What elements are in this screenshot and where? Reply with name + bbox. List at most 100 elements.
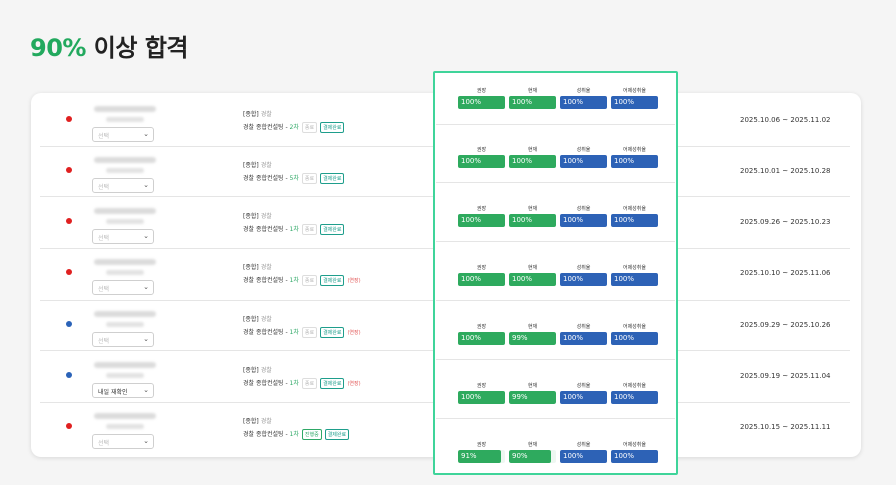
metric-label: 현재 xyxy=(527,265,538,271)
metric-value: 100% xyxy=(458,332,505,345)
status-badge: 종료 xyxy=(301,327,318,338)
blurred-phone xyxy=(106,117,144,122)
status-dot xyxy=(66,167,72,173)
metric-value-text: 90% xyxy=(512,452,528,460)
metric-value: 100% xyxy=(509,273,556,286)
course-name: 경찰 종합컨설팅 - xyxy=(243,431,290,438)
metric-value: 100% xyxy=(560,214,607,227)
date-range: 2025.09.26 ~ 2025.10.23 xyxy=(740,218,831,226)
status-badge: (연장) xyxy=(347,278,361,284)
metric-label: 성취율 xyxy=(576,442,591,448)
metric-m1: 권장 100% xyxy=(458,205,505,227)
metric-m1: 권장 91% xyxy=(458,441,505,463)
status-select[interactable]: 선택 ⌄ xyxy=(92,332,154,347)
blurred-name xyxy=(94,311,156,317)
metric-label: 어제성취율 xyxy=(622,88,646,94)
course-info: [종합] 경찰 경찰 종합컨설팅 - 2차 종료 결제완료 xyxy=(243,109,345,133)
chevron-down-icon: ⌄ xyxy=(143,283,149,291)
metric-label: 현재 xyxy=(527,147,538,153)
course-name: 경찰 종합컨설팅 - xyxy=(243,277,290,284)
status-badge: (연장) xyxy=(347,330,361,336)
metric-m2: 현재 100% xyxy=(509,264,556,286)
metric-value: 100% xyxy=(611,214,658,227)
metric-value: 99% xyxy=(509,391,556,404)
page-title: 90% 이상 합격 xyxy=(30,28,188,63)
highlight-row-divider xyxy=(436,241,675,242)
metric-m3: 성취율 100% xyxy=(560,382,607,404)
course-round: 1차 xyxy=(289,226,299,233)
metric-value-text: 91% xyxy=(461,452,477,460)
metric-label: 성취율 xyxy=(576,88,591,94)
metric-m2: 현재 99% xyxy=(509,323,556,345)
metric-label: 어제성취율 xyxy=(622,147,646,153)
course-category-sub: 경찰 xyxy=(260,367,272,374)
metric-value: 100% xyxy=(560,391,607,404)
blurred-phone xyxy=(106,373,144,378)
metric-label: 권장 xyxy=(476,147,487,153)
date-range: 2025.10.06 ~ 2025.11.02 xyxy=(740,116,831,124)
metric-value: 100% xyxy=(611,96,658,109)
metric-value: 100% xyxy=(611,450,658,463)
metric-label: 어제성취율 xyxy=(622,442,646,448)
course-round: 2차 xyxy=(289,124,299,131)
course-info: [종합] 경찰 경찰 종합컨설팅 - 1차 종료 결제완료 (연장) xyxy=(243,262,361,286)
status-select[interactable]: 선택 ⌄ xyxy=(92,280,154,295)
metrics-group: 권장 100% 현재 99% 성취율 100% 어제성취율 100% xyxy=(458,323,658,353)
metric-value: 99% xyxy=(509,332,556,345)
status-select[interactable]: 선택 ⌄ xyxy=(92,178,154,193)
metric-label: 현재 xyxy=(527,442,538,448)
metric-label: 현재 xyxy=(527,324,538,330)
metric-m2: 현재 100% xyxy=(509,87,556,109)
blurred-name xyxy=(94,208,156,214)
date-range: 2025.10.15 ~ 2025.11.11 xyxy=(740,423,831,431)
metric-value: 100% xyxy=(509,214,556,227)
metric-value: 100% xyxy=(560,155,607,168)
status-select[interactable]: 선택 ⌄ xyxy=(92,434,154,449)
course-category: [종합] xyxy=(243,316,259,323)
metric-m4: 어제성취율 100% xyxy=(611,441,658,463)
highlight-row-divider xyxy=(436,418,675,419)
metric-value: 100% xyxy=(560,450,607,463)
metric-label: 성취율 xyxy=(576,324,591,330)
status-badge: 종료 xyxy=(301,224,318,235)
status-badge: 결제완료 xyxy=(320,275,345,286)
metric-value: 100% xyxy=(611,391,658,404)
status-select-value: 선택 xyxy=(98,184,110,191)
metric-value: 100% xyxy=(458,273,505,286)
status-dot xyxy=(66,218,72,224)
course-round: 1차 xyxy=(289,277,299,284)
course-category-sub: 경찰 xyxy=(260,418,272,425)
metric-m2: 현재 99% xyxy=(509,382,556,404)
metric-label: 현재 xyxy=(527,383,538,389)
metric-value: 100% xyxy=(611,155,658,168)
status-select-value: 내일 재확인 xyxy=(98,389,128,396)
status-badge: 종료 xyxy=(301,378,318,389)
blurred-phone xyxy=(106,424,144,429)
metric-m4: 어제성취율 100% xyxy=(611,205,658,227)
course-name: 경찰 종합컨설팅 - xyxy=(243,124,290,131)
course-name: 경찰 종합컨설팅 - xyxy=(243,380,290,387)
metrics-group: 권장 100% 현재 99% 성취율 100% 어제성취율 100% xyxy=(458,382,658,412)
metric-m3: 성취율 100% xyxy=(560,264,607,286)
status-dot xyxy=(66,321,72,327)
status-select[interactable]: 선택 ⌄ xyxy=(92,127,154,142)
status-select[interactable]: 내일 재확인 ⌄ xyxy=(92,383,154,398)
status-select-value: 선택 xyxy=(98,440,110,447)
course-name: 경찰 종합컨설팅 - xyxy=(243,226,290,233)
course-category: [종합] xyxy=(243,418,259,425)
metrics-group: 권장 100% 현재 100% 성취율 100% 어제성취율 100% xyxy=(458,87,658,117)
status-badge: 결제완료 xyxy=(320,173,345,184)
metric-value: 100% xyxy=(611,273,658,286)
blurred-phone xyxy=(106,168,144,173)
status-badge: 결제완료 xyxy=(320,122,345,133)
status-dot xyxy=(66,423,72,429)
course-info: [종합] 경찰 경찰 종합컨설팅 - 1차 종료 결제완료 (연장) xyxy=(243,314,361,338)
metric-value: 91% xyxy=(458,450,505,463)
status-badge: (연장) xyxy=(347,381,361,387)
status-select[interactable]: 선택 ⌄ xyxy=(92,229,154,244)
metric-label: 어제성취율 xyxy=(622,206,646,212)
course-round: 5차 xyxy=(289,175,299,182)
status-badge: 진행중 xyxy=(301,429,322,440)
chevron-down-icon: ⌄ xyxy=(143,181,149,189)
blurred-phone xyxy=(106,219,144,224)
